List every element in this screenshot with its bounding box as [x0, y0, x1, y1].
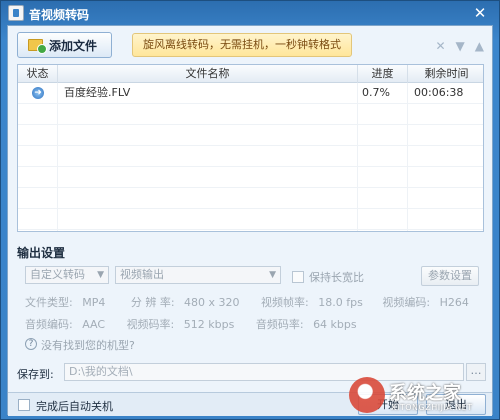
audio-codec-value: AAC	[82, 318, 106, 331]
params-settings-button[interactable]: 参数设置	[421, 266, 479, 286]
frame-rate-value: 18.0 fps	[318, 296, 363, 309]
device-help-link[interactable]: 没有找到您的机型?	[41, 337, 135, 353]
auto-shutdown-checkbox[interactable]	[18, 399, 30, 411]
table-row-empty	[18, 104, 483, 125]
table-row-empty	[18, 146, 483, 167]
toolbar: 添加文件 旋风离线转码，无需挂机，一秒钟转格式 ✕ ▼ ▲	[8, 26, 492, 64]
title-bar[interactable]: 音视频转码 ✕	[1, 1, 499, 25]
save-path-field[interactable]: D:\我的文档\	[64, 363, 464, 381]
header-progress[interactable]: 进度	[358, 65, 408, 83]
footer-bar: 完成后自动关机 开始 退出	[8, 392, 492, 416]
row-progress: 0.7%	[362, 86, 390, 99]
file-type-value: MP4	[82, 296, 106, 309]
add-folder-icon	[28, 39, 47, 54]
toolbar-icons: ✕ ▼ ▲	[435, 40, 484, 52]
play-arrow-icon: ➜	[32, 87, 44, 99]
window-title: 音视频转码	[29, 8, 90, 22]
chevron-down-icon: ▼	[269, 270, 276, 280]
preset-select[interactable]: 自定义转码 ▼	[25, 266, 109, 284]
video-bitrate-value: 512 kbps	[183, 318, 235, 331]
info-row-2: 音频编码: AAC 视频码率: 512 kbps 音频码率: 64 kbps	[25, 318, 357, 331]
info-row-1: 文件类型: MP4 分 辨 率: 480 x 320 视频帧率: 18.0 fp…	[25, 296, 469, 309]
add-file-label: 添加文件	[49, 38, 98, 53]
table-row-empty	[18, 188, 483, 209]
close-button[interactable]: ✕	[469, 3, 491, 23]
keep-ratio-checkbox[interactable]	[292, 271, 304, 283]
output-settings-title: 输出设置	[17, 246, 66, 260]
add-file-button[interactable]: 添加文件	[17, 32, 112, 58]
app-icon	[8, 5, 24, 21]
table-row-empty	[18, 209, 483, 230]
move-up-icon[interactable]: ▲	[475, 40, 484, 52]
file-list-table: 状态 文件名称 进度 剩余时间 ➜ 百度经验.FLV 0.7% 00:06:38	[17, 64, 484, 232]
keep-ratio-label: 保持长宽比	[309, 271, 364, 284]
table-row-empty	[18, 125, 483, 146]
row-remaining: 00:06:38	[414, 86, 464, 99]
row-filename: 百度经验.FLV	[64, 86, 131, 99]
delete-icon[interactable]: ✕	[435, 40, 445, 52]
audio-bitrate-value: 64 kbps	[313, 318, 357, 331]
browse-folder-button[interactable]: …	[466, 363, 486, 381]
client-area: 添加文件 旋风离线转码，无需挂机，一秒钟转格式 ✕ ▼ ▲ 状态 文件名称 进度…	[7, 25, 493, 416]
video-codec-value: H264	[439, 296, 469, 309]
chevron-down-icon: ▼	[97, 270, 104, 280]
auto-shutdown-label: 完成后自动关机	[36, 400, 113, 413]
table-row-empty	[18, 167, 483, 188]
start-button[interactable]: 开始	[358, 394, 418, 415]
promo-banner[interactable]: 旋风离线转码，无需挂机，一秒钟转格式	[132, 33, 352, 57]
resolution-value: 480 x 320	[184, 296, 240, 309]
table-row[interactable]: ➜ 百度经验.FLV 0.7% 00:06:38	[18, 83, 483, 104]
header-remaining[interactable]: 剩余时间	[408, 65, 483, 83]
move-down-icon[interactable]: ▼	[456, 40, 465, 52]
output-mode-select[interactable]: 视频输出 ▼	[115, 266, 281, 284]
exit-button[interactable]: 退出	[426, 394, 486, 415]
header-filename[interactable]: 文件名称	[58, 65, 358, 83]
save-to-label: 保存到:	[17, 368, 54, 381]
table-header: 状态 文件名称 进度 剩余时间	[18, 65, 483, 83]
converter-window: 音视频转码 ✕ 添加文件 旋风离线转码，无需挂机，一秒钟转格式 ✕ ▼ ▲ 状态…	[0, 0, 500, 420]
help-icon[interactable]: ?	[25, 338, 37, 350]
header-status[interactable]: 状态	[18, 65, 58, 83]
